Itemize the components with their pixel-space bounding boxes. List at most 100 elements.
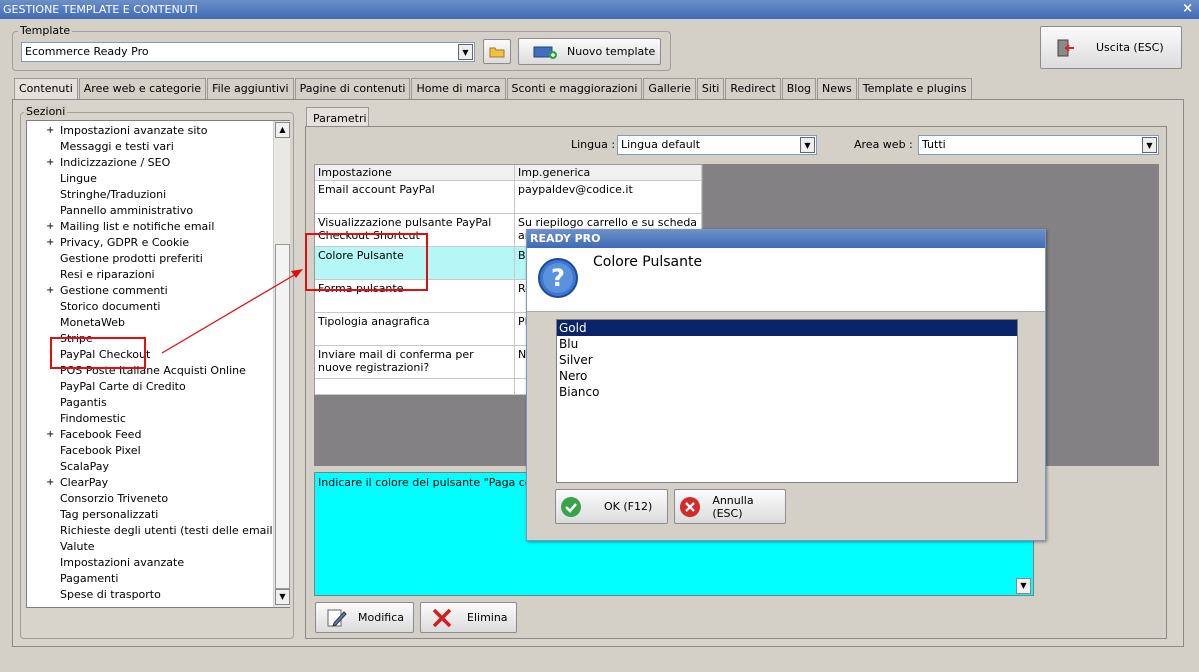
scroll-thumb[interactable]	[275, 244, 290, 589]
setting-name-cell[interactable]: Email account PayPal	[315, 181, 515, 214]
dialog-header: ? Colore Pulsante	[527, 248, 1045, 312]
tree-item-label: Gestione commenti	[60, 284, 168, 297]
setting-name-cell[interactable]: Inviare mail di conferma per nuove regis…	[315, 346, 515, 379]
tree-item-label: Lingue	[60, 172, 97, 185]
cancel-label: Annulla (ESC)	[712, 493, 754, 520]
tree-scrollbar[interactable]: ▲ ▼	[273, 121, 290, 607]
window-title-bar: GESTIONE TEMPLATE E CONTENUTI	[0, 0, 1199, 19]
elimina-button[interactable]: Elimina	[420, 602, 517, 633]
chevron-down-icon[interactable]: ▼	[458, 44, 473, 60]
tree-item-label: Valute	[60, 540, 95, 553]
lingua-select[interactable]: Lingua default ▼	[617, 135, 817, 155]
window-title: GESTIONE TEMPLATE E CONTENUTI	[3, 3, 198, 16]
color-option[interactable]: Gold	[557, 320, 1017, 336]
tab-gallerie[interactable]: Gallerie	[643, 78, 696, 99]
template-select[interactable]: Ecommerce Ready Pro ▼	[21, 42, 475, 62]
lingua-value: Lingua default	[621, 138, 701, 151]
color-option[interactable]: Silver	[557, 352, 1017, 368]
color-option[interactable]: Blu	[557, 336, 1017, 352]
tab-template-e-plugins[interactable]: Template e plugins	[857, 78, 972, 99]
exit-label: Uscita (ESC)	[1096, 41, 1164, 54]
close-icon[interactable]: ×	[1182, 1, 1193, 16]
color-option[interactable]: Bianco	[557, 384, 1017, 400]
color-dialog: READY PRO ? Colore Pulsante Gold Blu Silve…	[526, 229, 1046, 541]
col-header-setting: Impostazione	[315, 165, 515, 181]
area-select[interactable]: Tutti ▼	[918, 135, 1159, 155]
open-folder-button[interactable]	[483, 39, 511, 64]
tab-parametri[interactable]: Parametri	[306, 107, 369, 127]
tree-item-label: Gestione prodotti preferiti	[60, 252, 203, 265]
color-option[interactable]: Nero	[557, 368, 1017, 384]
tree-item-label: Richieste degli utenti (testi delle emai…	[60, 524, 273, 537]
exit-button[interactable]: Uscita (ESC)	[1040, 26, 1182, 69]
tab-redirect[interactable]: Redirect	[725, 78, 781, 99]
modifica-button[interactable]: Modifica	[315, 602, 414, 633]
tab-aree-web-e-categorie[interactable]: Aree web e categorie	[78, 78, 207, 99]
chevron-down-icon[interactable]: ▼	[800, 137, 815, 153]
tree-item-label: Mailing list e notifiche email	[60, 220, 215, 233]
scroll-down-icon[interactable]: ▼	[275, 589, 290, 605]
tab-home-di-marca[interactable]: Home di marca	[411, 78, 506, 99]
sections-legend: Sezioni	[24, 105, 68, 118]
tab-siti[interactable]: Siti	[696, 78, 725, 99]
expand-plus-icon[interactable]: +	[46, 427, 54, 443]
expand-plus-icon[interactable]: +	[46, 283, 54, 299]
folder-icon	[489, 47, 505, 58]
chevron-down-icon[interactable]: ▼	[1142, 137, 1157, 153]
setting-name-cell[interactable]: Tipologia anagrafica	[315, 313, 515, 346]
template-select-value: Ecommerce Ready Pro	[25, 45, 149, 58]
tree-item-label: ScalaPay	[60, 460, 109, 473]
color-options-list[interactable]: Gold Blu Silver Nero Bianco	[556, 319, 1018, 483]
expand-plus-icon[interactable]: +	[46, 155, 54, 171]
tab-pagine-di-contenuti[interactable]: Pagine di contenuti	[294, 78, 411, 99]
ok-label: OK (F12)	[604, 500, 653, 513]
area-label: Area web :	[854, 138, 913, 151]
dialog-question: Colore Pulsante	[593, 254, 703, 270]
check-icon	[561, 496, 581, 517]
empty-row	[315, 379, 515, 395]
tree-item-label: Privacy, GDPR e Cookie	[60, 236, 190, 249]
expand-plus-icon[interactable]: +	[46, 123, 54, 139]
tab-contenuti[interactable]: Contenuti	[14, 78, 78, 100]
tab-parametri-label: Parametri	[313, 112, 367, 125]
tree-item-label: Pannello amministrativo	[60, 204, 194, 217]
tree-item-label: MonetaWeb	[60, 316, 125, 329]
lingua-label: Lingua :	[571, 138, 616, 151]
template-legend: Template	[18, 24, 73, 37]
tree-item-label: Pagamenti	[60, 572, 119, 585]
new-template-button[interactable]: Nuovo template	[518, 38, 661, 65]
tree-item-label: Messaggi e testi vari	[60, 140, 174, 153]
tab-file-aggiuntivi[interactable]: File aggiuntivi	[207, 78, 294, 99]
tab-blog[interactable]: Blog	[781, 78, 817, 99]
tree-item-label: Pagantis	[60, 396, 107, 409]
question-icon: ?	[538, 258, 578, 298]
expand-plus-icon[interactable]: +	[46, 475, 54, 491]
edit-pencil-icon	[327, 609, 347, 627]
svg-text:?: ?	[551, 264, 565, 292]
scroll-up-icon[interactable]: ▲	[275, 122, 290, 138]
tree-item-label: PayPal Carte di Credito	[60, 380, 186, 393]
new-template-icon	[533, 46, 557, 59]
delete-x-icon	[432, 608, 452, 627]
tab-news[interactable]: News	[817, 78, 857, 99]
tree-item-label: Impostazioni avanzate	[60, 556, 185, 569]
exit-door-icon	[1057, 39, 1074, 56]
tree-item-label: Facebook Pixel	[60, 444, 141, 457]
cancel-button[interactable]: Annulla (ESC)	[674, 489, 786, 524]
tree-item-label: Findomestic	[60, 412, 126, 425]
expand-plus-icon[interactable]: +	[46, 235, 54, 251]
dialog-title: READY PRO	[527, 230, 1045, 248]
description-text: Indicare il colore del pulsante "Paga co…	[318, 476, 562, 489]
scroll-down-icon[interactable]: ▼	[1016, 578, 1031, 594]
ok-button[interactable]: OK (F12)	[555, 489, 668, 524]
highlight-colore-pulsante	[305, 233, 428, 291]
expand-plus-icon[interactable]: +	[46, 219, 54, 235]
tree-item-label: Indicizzazione / SEO	[60, 156, 171, 169]
area-value: Tutti	[922, 138, 946, 151]
tree-item-label: Resi e riparazioni	[60, 268, 155, 281]
setting-value-cell[interactable]: paypaldev@codice.it	[515, 181, 702, 214]
tree-item-label: Stringhe/Traduzioni	[60, 188, 167, 201]
tab-sconti-e-maggiorazioni[interactable]: Sconti e maggiorazioni	[506, 78, 643, 99]
tree-item-label: Consorzio Triveneto	[60, 492, 169, 505]
cancel-x-icon	[680, 496, 700, 517]
